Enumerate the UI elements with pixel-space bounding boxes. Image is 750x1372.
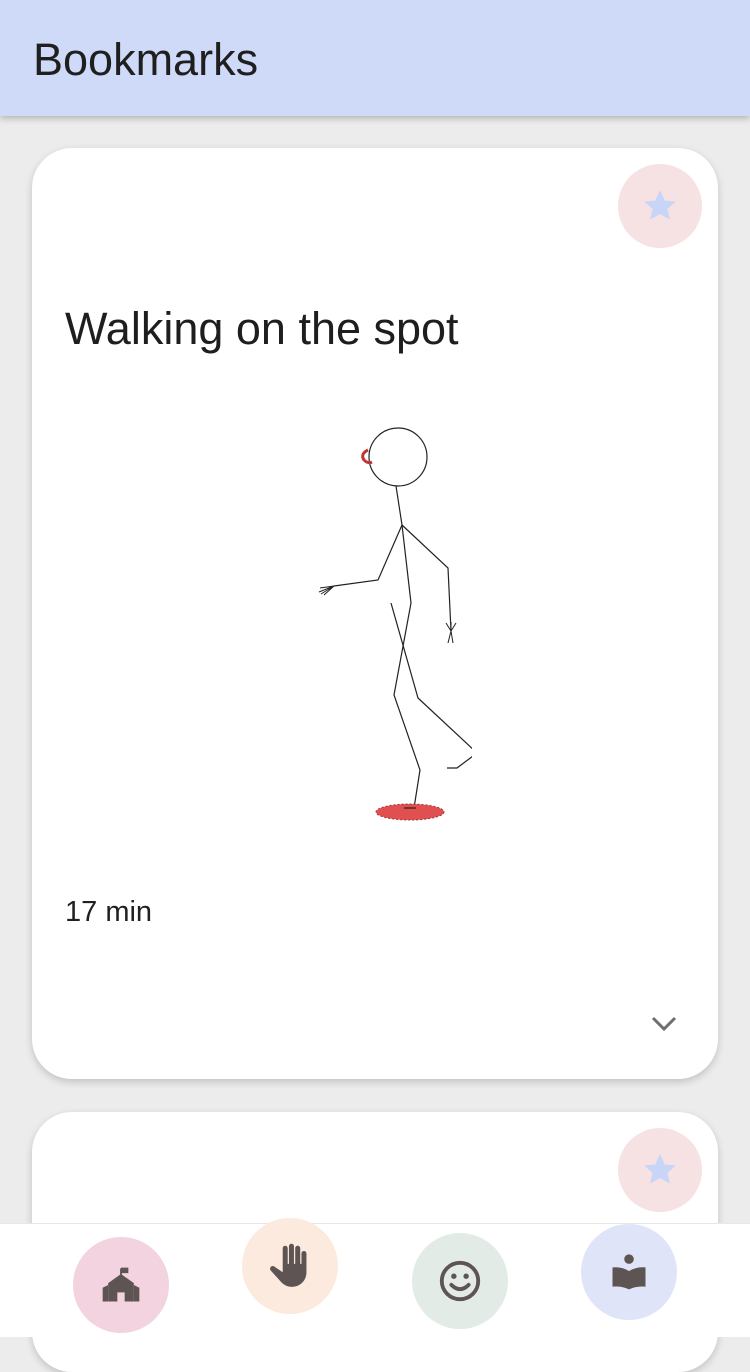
walking-figure-illustration [318,427,472,821]
nav-exercises-button[interactable] [242,1218,338,1314]
smiley-icon [439,1260,481,1302]
nav-mood-button[interactable] [412,1233,508,1329]
exercise-title: Walking on the spot [65,303,459,354]
expand-button[interactable] [640,1006,688,1042]
app-bar: Bookmarks [0,0,750,116]
star-icon [644,190,676,220]
hand-icon [270,1243,307,1287]
chevron-down-icon [651,1016,677,1032]
nav-home-button[interactable] [73,1237,169,1333]
exercise-card[interactable]: Walking on the spot 17 min [32,148,718,1079]
exercise-duration: 17 min [65,896,153,928]
bottom-navigation [0,1218,750,1337]
school-icon [102,1267,140,1302]
reading-icon [612,1254,646,1290]
star-icon [644,1154,676,1184]
nav-learn-button[interactable] [581,1224,677,1320]
page-title: Bookmarks [33,34,259,85]
bookmark-button[interactable] [618,164,702,248]
bookmark-button[interactable] [618,1128,702,1212]
